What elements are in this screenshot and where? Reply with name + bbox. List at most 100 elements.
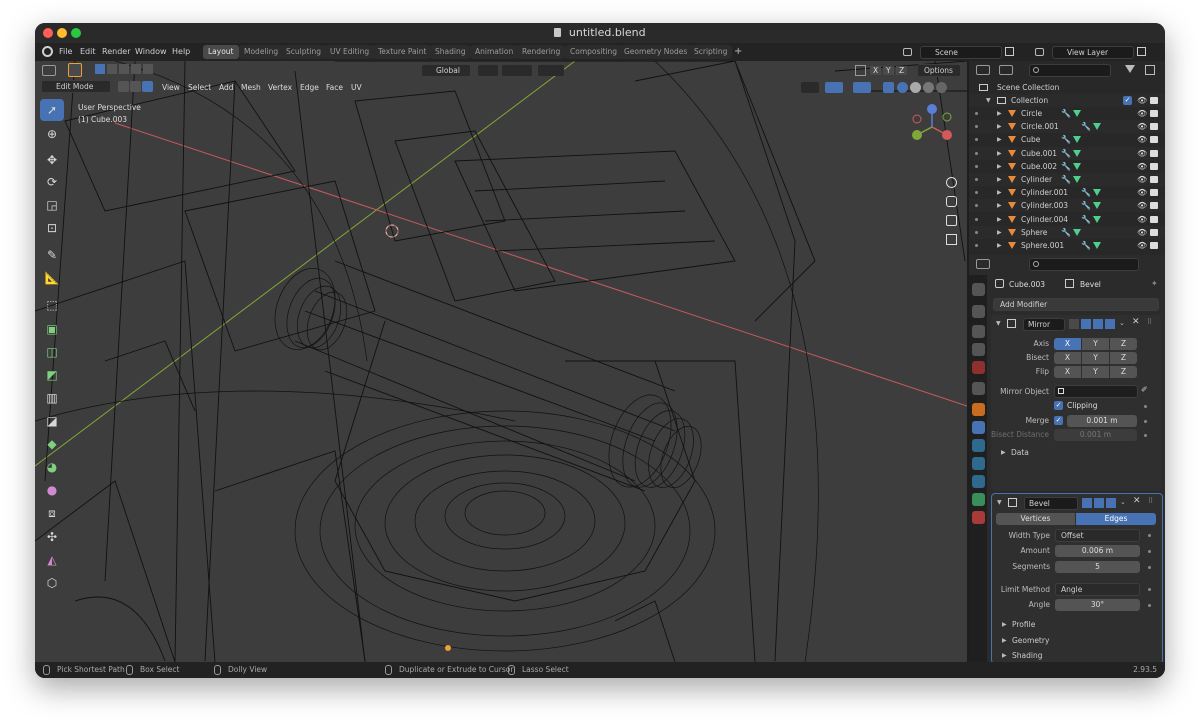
mirror-bisect-x[interactable]: X: [1054, 352, 1081, 364]
mirror-axis-x[interactable]: X: [1054, 338, 1081, 350]
shear-tool[interactable]: ◭: [40, 549, 64, 571]
menu-vertex[interactable]: Vertex: [268, 83, 292, 92]
segments-field[interactable]: 5: [1055, 561, 1140, 573]
select-mode-subtract-icon[interactable]: [119, 64, 129, 74]
outliner-item-row[interactable]: ▶ Cylinder 🔧 👁: [969, 173, 1165, 186]
mirror-axis-icon[interactable]: [855, 65, 866, 76]
expand-icon[interactable]: ▶: [997, 147, 1002, 160]
geometry-expand-icon[interactable]: ▶: [1002, 637, 1007, 644]
properties-editor-icon[interactable]: [976, 259, 990, 269]
expand-icon[interactable]: ▶: [997, 133, 1002, 146]
properties-search-input[interactable]: [1029, 258, 1139, 271]
profile-expand-icon[interactable]: ▶: [1002, 621, 1007, 628]
outliner-item-row[interactable]: ▶ Circle.001 🔧 👁: [969, 120, 1165, 134]
mirror-flip-x[interactable]: X: [1054, 366, 1081, 378]
tab-modeling[interactable]: Modeling: [239, 45, 284, 59]
scene-properties-tab[interactable]: [972, 361, 985, 374]
wireframe-mesh[interactable]: [35, 61, 967, 662]
outliner-editor-icon[interactable]: [976, 65, 990, 75]
expand-icon[interactable]: ▶: [997, 213, 1002, 226]
transform-tool[interactable]: ⊡: [40, 217, 64, 239]
outliner-item-row[interactable]: ▶ Cylinder.004 🔧 👁: [969, 213, 1165, 226]
view-layer-field[interactable]: View Layer: [1052, 46, 1134, 59]
constraints-properties-tab[interactable]: [972, 475, 985, 488]
gizmo-toggle-icon[interactable]: [825, 82, 843, 93]
extrude-tool[interactable]: ▣: [40, 318, 64, 340]
outliner-item-row[interactable]: ▶ Cylinder.001 🔧 👁: [969, 186, 1165, 199]
clipping-keyframe-dot[interactable]: [1144, 405, 1147, 408]
mirror-edit-mode-icon[interactable]: [1069, 319, 1079, 329]
merge-checkbox[interactable]: ✓: [1054, 416, 1063, 425]
particles-properties-tab[interactable]: [972, 439, 985, 452]
vertex-select-icon[interactable]: [118, 81, 129, 92]
tab-geometry-nodes[interactable]: Geometry Nodes: [619, 45, 693, 59]
data-properties-tab[interactable]: [972, 493, 985, 506]
select-mode-icon[interactable]: [68, 63, 82, 77]
menu-edge[interactable]: Edge: [300, 83, 319, 92]
expand-icon[interactable]: ▶: [997, 199, 1002, 212]
editor-type-icon[interactable]: [42, 65, 56, 76]
render-visibility-icon[interactable]: [1150, 215, 1158, 223]
menu-face[interactable]: Face: [326, 83, 343, 92]
outliner-item-row[interactable]: ▶ Sphere.001 🔧 👁: [969, 239, 1165, 252]
menu-add[interactable]: Add: [219, 83, 234, 92]
collection-visibility-icon[interactable]: 👁: [1137, 94, 1147, 107]
shading-rendered-icon[interactable]: [936, 82, 947, 93]
eyedropper-icon[interactable]: ✐: [1141, 385, 1148, 394]
add-workspace-button[interactable]: +: [729, 45, 747, 59]
poly-build-tool[interactable]: ◆: [40, 433, 64, 455]
outliner-search-input[interactable]: [1029, 64, 1111, 77]
spin-tool[interactable]: ◕: [40, 456, 64, 478]
object-properties-tab[interactable]: [972, 403, 985, 416]
outliner-item-row[interactable]: ▶ Cube.001 🔧 👁: [969, 146, 1165, 160]
zoom-window-button[interactable]: [71, 28, 81, 38]
menu-file[interactable]: File: [59, 47, 72, 56]
render-visibility-icon[interactable]: [1150, 136, 1158, 144]
tab-shading[interactable]: Shading: [430, 45, 471, 59]
close-window-button[interactable]: [43, 28, 53, 38]
display-mode-icon[interactable]: [999, 65, 1013, 75]
limit-method-dropdown[interactable]: Angle: [1055, 583, 1140, 596]
overlay-toggle-icon[interactable]: [853, 82, 871, 93]
collection-row[interactable]: ▼ Collection ✓ 👁: [969, 94, 1165, 107]
tab-texture-paint[interactable]: Texture Paint: [373, 45, 432, 59]
menu-mesh[interactable]: Mesh: [241, 83, 261, 92]
navigation-gizmo[interactable]: [907, 101, 957, 151]
bevel-render-icon[interactable]: [1106, 498, 1116, 508]
geometry-subpanel-label[interactable]: Geometry: [1012, 636, 1049, 645]
add-modifier-dropdown[interactable]: Add Modifier: [993, 298, 1159, 311]
blender-logo-icon[interactable]: [42, 46, 53, 57]
mirror-y-toggle[interactable]: Y: [883, 66, 894, 75]
mirror-render-icon[interactable]: [1105, 319, 1115, 329]
collapse-mirror-icon[interactable]: ▼: [996, 320, 1001, 327]
options-dropdown[interactable]: Options: [917, 64, 961, 77]
mirror-axis-z[interactable]: Z: [1110, 338, 1137, 350]
width-type-keyframe-dot[interactable]: [1148, 534, 1151, 537]
bisect-distance-keyframe-dot[interactable]: [1144, 434, 1147, 437]
scale-tool[interactable]: ◲: [40, 194, 64, 216]
mirror-object-field[interactable]: [1054, 385, 1138, 398]
select-mode-intersect-icon[interactable]: [131, 64, 141, 74]
visibility-icon[interactable]: 👁: [1137, 239, 1147, 252]
expand-icon[interactable]: ▶: [997, 107, 1002, 120]
physics-properties-tab[interactable]: [972, 457, 985, 470]
inset-tool[interactable]: ◫: [40, 341, 64, 363]
world-properties-tab[interactable]: [972, 382, 985, 395]
select-box-tool[interactable]: ➚: [40, 99, 64, 121]
clipping-checkbox[interactable]: ✓: [1054, 401, 1063, 410]
tab-layout[interactable]: Layout: [203, 45, 239, 59]
visibility-icon[interactable]: 👁: [1137, 133, 1147, 146]
scene-field[interactable]: Scene: [920, 46, 1002, 59]
render-visibility-icon[interactable]: [1150, 162, 1158, 170]
expand-icon[interactable]: ▶: [997, 120, 1002, 133]
menu-edit[interactable]: Edit: [80, 47, 96, 56]
render-visibility-icon[interactable]: [1150, 189, 1158, 197]
menu-select[interactable]: Select: [188, 83, 211, 92]
output-properties-tab[interactable]: [972, 325, 985, 338]
face-select-icon[interactable]: [142, 81, 153, 92]
menu-view[interactable]: View: [162, 83, 180, 92]
edge-select-icon[interactable]: [130, 81, 141, 92]
render-visibility-icon[interactable]: [1150, 110, 1158, 117]
limit-method-keyframe-dot[interactable]: [1148, 588, 1151, 591]
smooth-tool[interactable]: ●: [40, 479, 64, 501]
